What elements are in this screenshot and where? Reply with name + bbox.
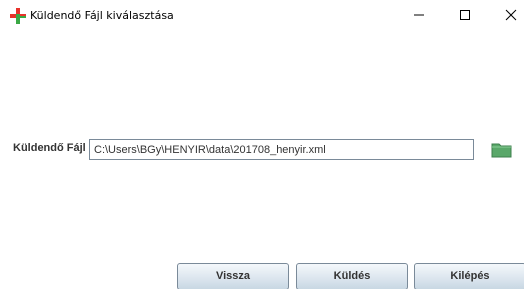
title-bar[interactable]: Küldendő Fájl kiválasztása — [0, 0, 524, 30]
close-icon — [505, 6, 517, 25]
dialog-window: Küldendő Fájl kiválasztása Küldendő Fájl — [0, 0, 524, 289]
file-path-input[interactable] — [89, 139, 474, 160]
maximize-button[interactable] — [442, 0, 488, 30]
file-label: Küldendő Fájl — [13, 142, 86, 154]
send-button[interactable]: Küldés — [296, 263, 408, 289]
maximize-icon — [459, 6, 471, 25]
minimize-button[interactable] — [396, 0, 442, 30]
exit-button[interactable]: Kilépés — [414, 263, 524, 289]
browse-button[interactable] — [489, 140, 515, 162]
folder-icon — [491, 141, 513, 162]
window-title: Küldendő Fájl kiválasztása — [30, 9, 174, 22]
minimize-icon — [413, 6, 425, 25]
plus-cross-icon — [10, 8, 26, 24]
back-button[interactable]: Vissza — [177, 263, 289, 289]
close-button[interactable] — [488, 0, 524, 30]
